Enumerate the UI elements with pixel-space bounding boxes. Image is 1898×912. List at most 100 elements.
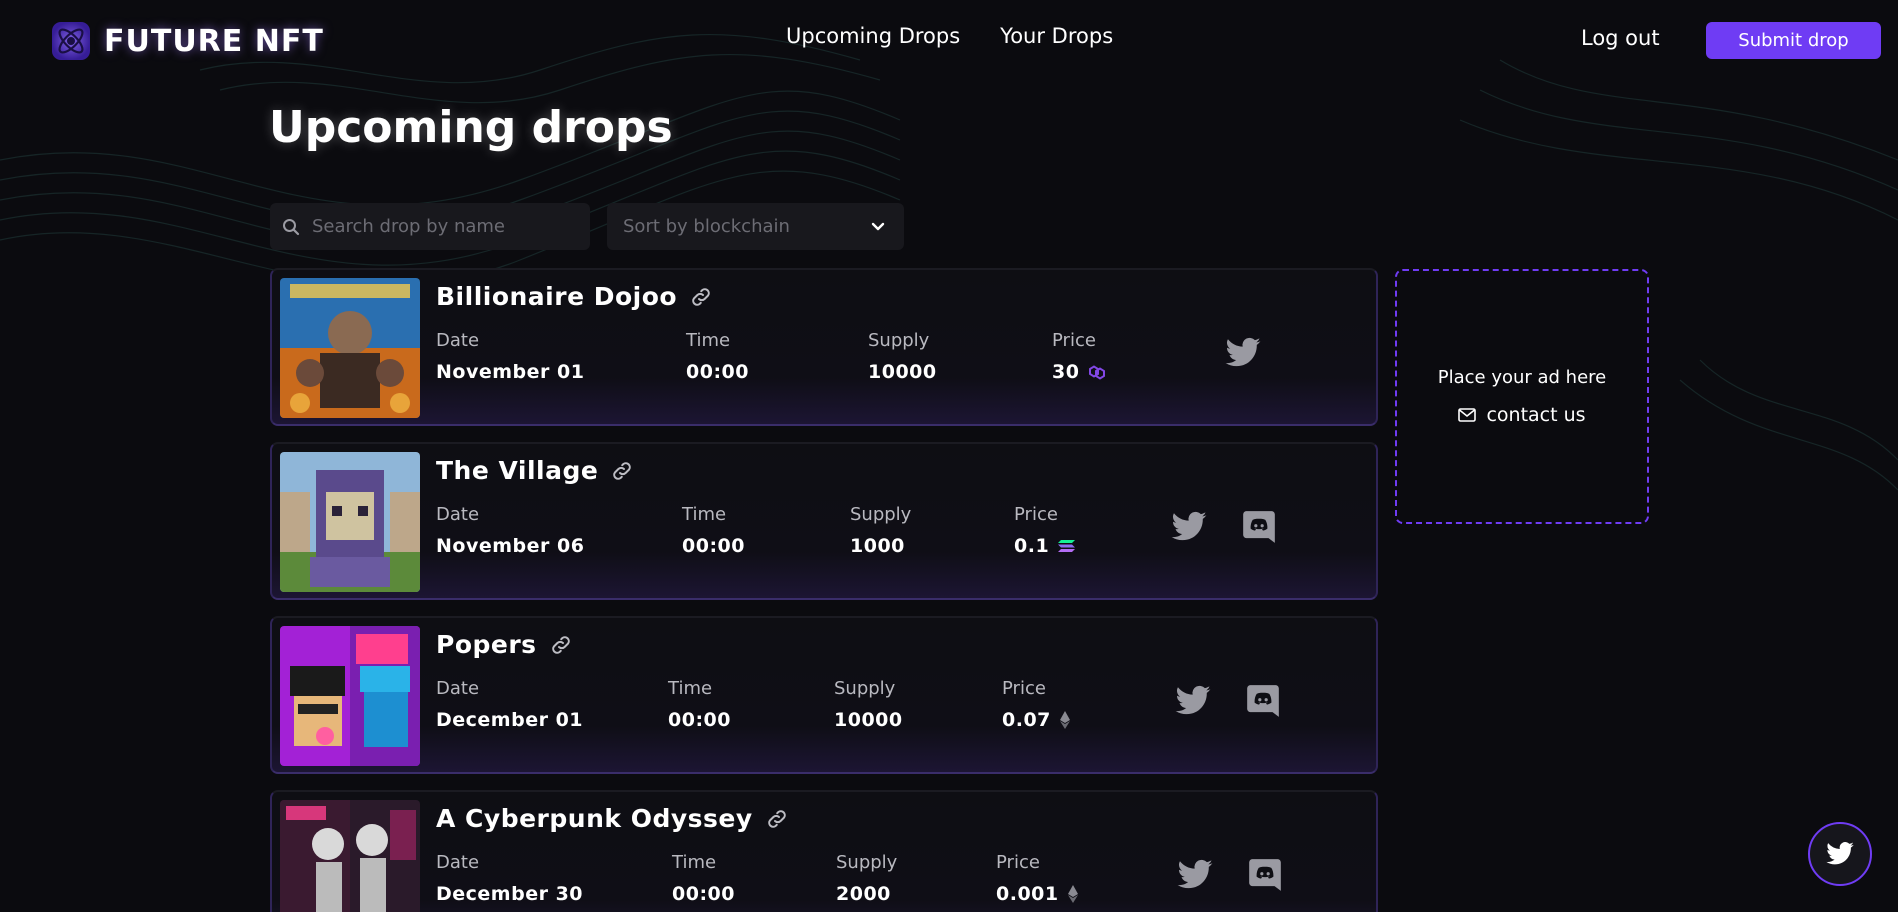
date-field: Date December 01 xyxy=(436,678,583,731)
search-icon xyxy=(283,218,300,235)
drop-card[interactable]: The Village Date November 06 Time 00:00 … xyxy=(270,442,1378,600)
drop-name: A Cyberpunk Odyssey xyxy=(436,804,753,833)
discord-icon[interactable] xyxy=(1246,856,1284,894)
twitter-icon[interactable] xyxy=(1176,856,1214,894)
discord-icon[interactable] xyxy=(1240,508,1278,546)
supply-field: Supply 10000 xyxy=(868,330,937,383)
ethereum-icon xyxy=(1067,885,1078,903)
supply-label: Supply xyxy=(834,678,896,699)
price-row: 0.1 xyxy=(1014,535,1077,557)
twitter-icon[interactable] xyxy=(1224,334,1262,372)
time-label: Time xyxy=(686,330,731,351)
supply-field: Supply 10000 xyxy=(834,678,903,731)
ad-text: Place your ad here xyxy=(1437,367,1607,388)
date-label: Date xyxy=(436,852,480,873)
price-value: 0.001 xyxy=(996,883,1059,905)
price-value: 30 xyxy=(1052,361,1080,383)
twitter-icon[interactable] xyxy=(1174,682,1212,720)
discord-icon[interactable] xyxy=(1244,682,1282,720)
supply-label: Supply xyxy=(850,504,912,525)
social-links xyxy=(1170,508,1278,546)
nav-upcoming-drops[interactable]: Upcoming Drops xyxy=(786,24,960,48)
twitter-icon xyxy=(1826,842,1854,865)
price-field: Price 0.07 xyxy=(1002,678,1071,731)
search-input[interactable] xyxy=(312,216,582,237)
price-row: 0.001 xyxy=(996,883,1079,905)
main-nav: Upcoming Drops Your Drops xyxy=(786,24,1113,48)
supply-label: Supply xyxy=(868,330,930,351)
nav-your-drops[interactable]: Your Drops xyxy=(1000,24,1113,48)
brand-logo[interactable]: FUTURE NFT xyxy=(50,20,324,62)
page-title: Upcoming drops xyxy=(269,102,673,153)
price-field: Price 0.001 xyxy=(996,852,1079,905)
price-label: Price xyxy=(1052,330,1096,351)
date-value: December 01 xyxy=(436,709,584,731)
supply-field: Supply 1000 xyxy=(850,504,911,557)
price-value: 0.07 xyxy=(1002,709,1051,731)
logout-link[interactable]: Log out xyxy=(1581,26,1660,50)
price-row: 30 xyxy=(1052,361,1107,383)
drop-name: Popers xyxy=(436,630,537,659)
submit-drop-button[interactable]: Submit drop xyxy=(1706,22,1881,59)
drop-image xyxy=(280,452,420,592)
link-icon[interactable] xyxy=(549,633,573,657)
social-links xyxy=(1174,682,1282,720)
drop-image xyxy=(280,278,420,418)
drop-card[interactable]: Popers Date December 01 Time 00:00 Suppl… xyxy=(270,616,1378,774)
sort-select-label: Sort by blockchain xyxy=(623,216,790,237)
mail-icon xyxy=(1458,408,1477,422)
date-label: Date xyxy=(436,678,480,699)
social-links xyxy=(1176,856,1284,894)
contact-us-label: contact us xyxy=(1486,404,1586,426)
supply-label: Supply xyxy=(836,852,898,873)
social-links xyxy=(1224,334,1262,372)
time-value: 00:00 xyxy=(668,709,731,731)
ethereum-icon xyxy=(1059,711,1070,729)
date-label: Date xyxy=(436,330,480,351)
drop-image xyxy=(280,800,420,912)
supply-value: 10000 xyxy=(834,709,903,731)
time-value: 00:00 xyxy=(672,883,735,905)
atom-logo-icon xyxy=(52,22,90,60)
time-field: Time 00:00 xyxy=(686,330,749,383)
date-field: Date November 01 xyxy=(436,330,584,383)
price-label: Price xyxy=(996,852,1040,873)
twitter-icon[interactable] xyxy=(1170,508,1208,546)
time-label: Time xyxy=(672,852,717,873)
date-value: November 06 xyxy=(436,535,585,557)
time-field: Time 00:00 xyxy=(668,678,731,731)
supply-field: Supply 2000 xyxy=(836,852,897,905)
blockchain-sort-select[interactable]: Sort by blockchain xyxy=(607,203,904,250)
drop-name: Billionaire Dojoo xyxy=(436,282,678,311)
drop-title: A Cyberpunk Odyssey xyxy=(436,804,789,833)
search-box[interactable] xyxy=(270,203,590,250)
polygon-icon xyxy=(1089,365,1106,380)
floating-twitter-button[interactable] xyxy=(1808,822,1872,886)
chevron-down-icon xyxy=(871,222,885,230)
time-value: 00:00 xyxy=(686,361,749,383)
drop-name: The Village xyxy=(436,456,599,485)
supply-value: 10000 xyxy=(868,361,937,383)
brand-name: FUTURE NFT xyxy=(104,23,324,59)
price-label: Price xyxy=(1002,678,1046,699)
link-icon[interactable] xyxy=(689,285,713,309)
time-value: 00:00 xyxy=(682,535,745,557)
date-value: November 01 xyxy=(436,361,585,383)
top-navbar: FUTURE NFT Upcoming Drops Your Drops Log… xyxy=(0,0,1898,82)
link-icon[interactable] xyxy=(610,459,634,483)
contact-us-link[interactable]: contact us xyxy=(1458,404,1586,426)
time-field: Time 00:00 xyxy=(672,852,735,905)
link-icon[interactable] xyxy=(765,807,789,831)
ad-placeholder[interactable]: Place your ad here contact us xyxy=(1395,269,1649,524)
drop-card[interactable]: Billionaire Dojoo Date November 01 Time … xyxy=(270,268,1378,426)
price-value: 0.1 xyxy=(1014,535,1050,557)
price-row: 0.07 xyxy=(1002,709,1071,731)
time-label: Time xyxy=(668,678,713,699)
drop-title: Billionaire Dojoo xyxy=(436,282,713,311)
solana-icon xyxy=(1058,540,1076,552)
date-label: Date xyxy=(436,504,480,525)
drop-image xyxy=(280,626,420,766)
drop-title: Popers xyxy=(436,630,573,659)
drop-card[interactable]: A Cyberpunk Odyssey Date December 30 Tim… xyxy=(270,790,1378,912)
date-field: Date December 30 xyxy=(436,852,583,905)
